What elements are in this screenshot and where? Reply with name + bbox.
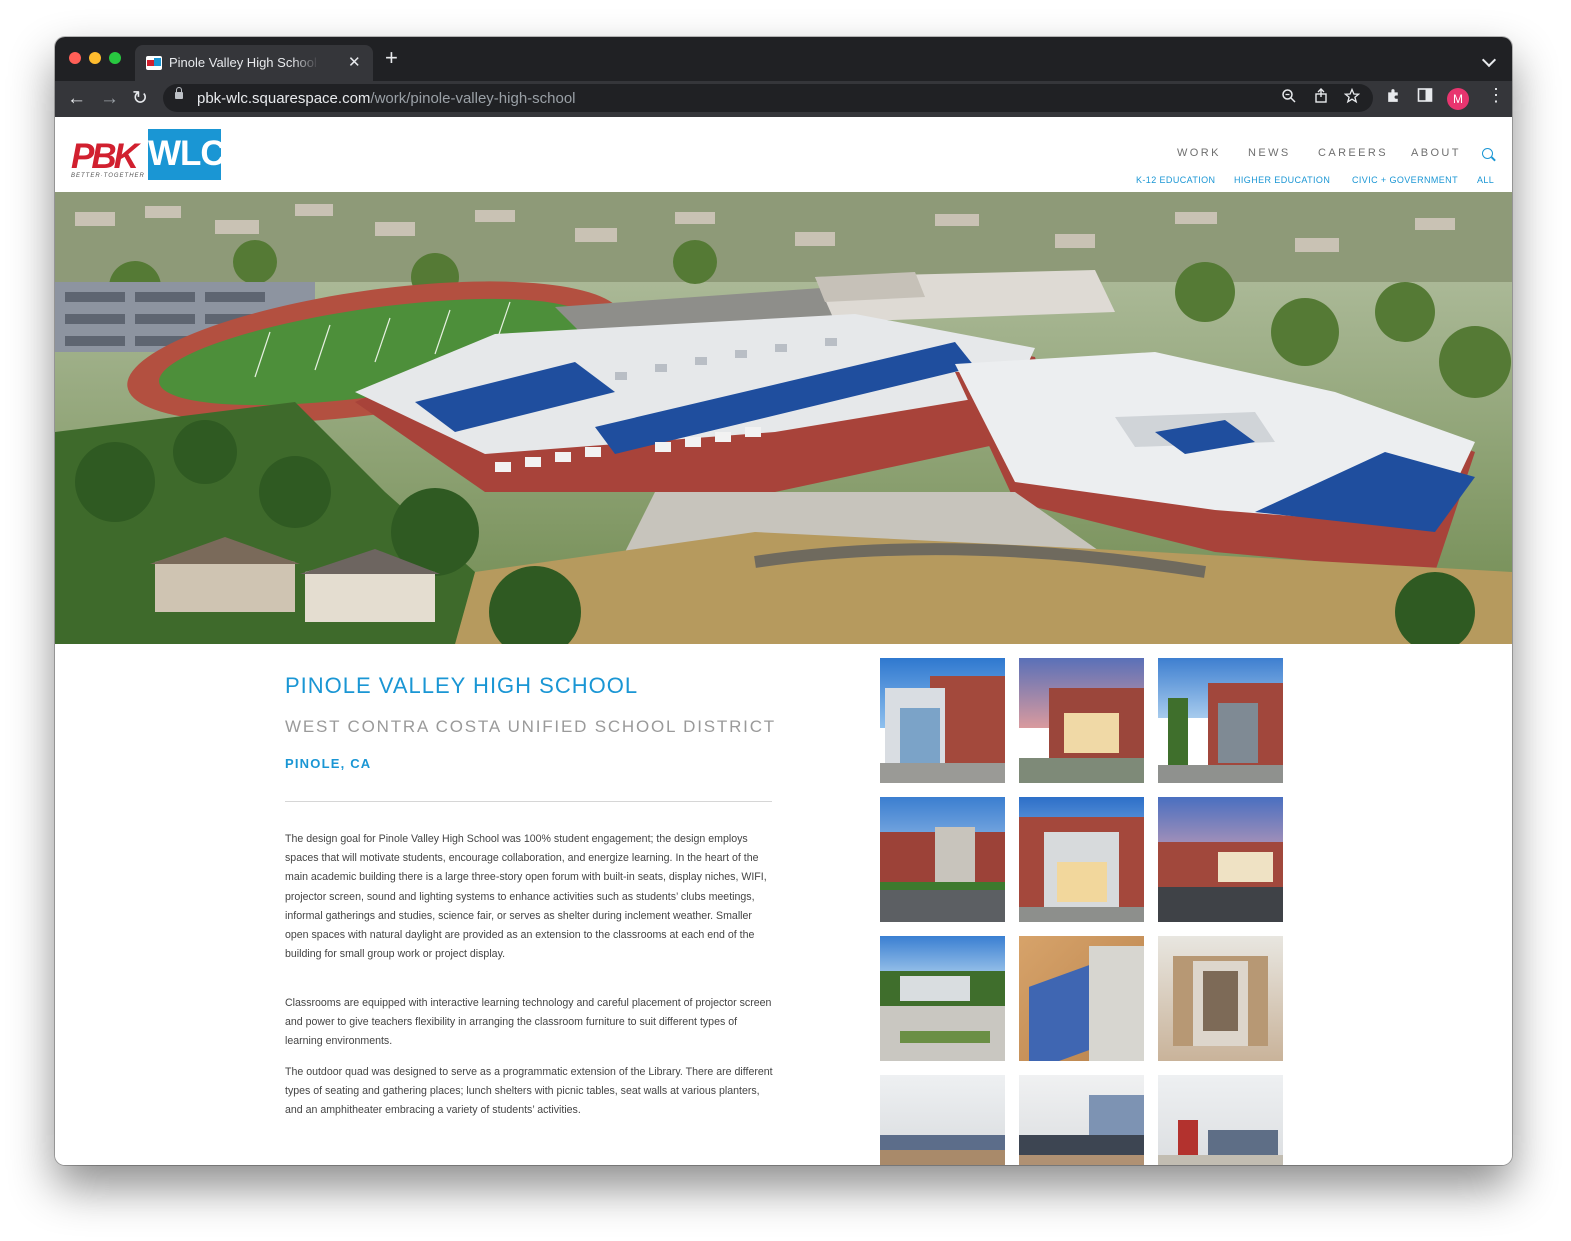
gallery-thumb-12[interactable]: [1158, 1075, 1283, 1165]
nav-news[interactable]: NEWS: [1248, 147, 1291, 159]
gallery-thumb-7[interactable]: [880, 936, 1005, 1061]
zoom-window-button[interactable]: [109, 52, 121, 64]
browser-tab-active[interactable]: Pinole Valley High School | PBK ✕: [135, 45, 373, 81]
gallery-thumb-5[interactable]: [1019, 797, 1144, 922]
logo-pbk-text: PBK: [71, 137, 139, 176]
reload-icon[interactable]: ↻: [132, 85, 148, 113]
url-host: pbk-wlc.squarespace.com: [197, 90, 371, 107]
extensions-puzzle-icon[interactable]: [1385, 87, 1402, 109]
logo-tagline: BETTER·TOGETHER: [71, 173, 145, 179]
description-paragraph-2: Classrooms are equipped with interactive…: [285, 997, 772, 1048]
gallery-thumb-10[interactable]: [880, 1075, 1005, 1165]
gallery-thumb-9[interactable]: [1158, 936, 1283, 1061]
project-location: PINOLE, CA: [285, 756, 372, 771]
side-panel-icon[interactable]: [1417, 87, 1433, 108]
gallery-thumb-2[interactable]: [1019, 658, 1144, 783]
subnav-all[interactable]: ALL: [1477, 175, 1494, 185]
gallery-thumb-11[interactable]: [1019, 1075, 1144, 1165]
favicon-icon: [146, 56, 162, 70]
nav-careers[interactable]: CAREERS: [1318, 147, 1388, 159]
gallery-thumb-4[interactable]: [880, 797, 1005, 922]
search-icon[interactable]: [1482, 148, 1493, 159]
lock-icon[interactable]: [175, 87, 183, 99]
logo-blue-box: WLC: [148, 129, 226, 180]
nav-work[interactable]: WORK: [1177, 147, 1221, 159]
profile-avatar[interactable]: M: [1447, 88, 1469, 110]
back-arrow-icon[interactable]: ←: [67, 85, 86, 113]
subnav-higher-education[interactable]: HIGHER EDUCATION: [1234, 175, 1330, 185]
gallery-thumb-6[interactable]: [1158, 797, 1283, 922]
tab-close-icon[interactable]: ✕: [348, 53, 361, 71]
tab-search-chevron-icon[interactable]: [1481, 52, 1497, 68]
zoom-icon[interactable]: [1281, 88, 1297, 108]
project-client: WEST CONTRA COSTA UNIFIED SCHOOL DISTRIC…: [285, 717, 776, 736]
address-bar[interactable]: pbk-wlc.squarespace.com/work/pinole-vall…: [163, 84, 1373, 112]
aerial-campus-illustration: [55, 192, 1512, 644]
subnav-k12-education[interactable]: K-12 EDUCATION: [1136, 175, 1215, 185]
browser-toolbar: ← → ↻ pbk-wlc.squarespace.com/work/pinol…: [55, 81, 1512, 117]
share-icon[interactable]: [1313, 88, 1329, 108]
site-logo[interactable]: PBK WLC BETTER·TOGETHER: [69, 129, 226, 181]
tab-bar: Pinole Valley High School | PBK ✕ +: [55, 37, 1512, 81]
close-window-button[interactable]: [69, 52, 81, 64]
tab-title: Pinole Valley High School | PBK: [169, 55, 319, 70]
logo-wlc-text: WLC: [148, 134, 226, 173]
gallery-thumb-1[interactable]: [880, 658, 1005, 783]
gallery-thumb-8[interactable]: [1019, 936, 1144, 1061]
nav-about[interactable]: ABOUT: [1411, 147, 1461, 159]
description-paragraph-1: The design goal for Pinole Valley High S…: [285, 833, 767, 961]
url-path: /work/pinole-valley-high-school: [370, 90, 576, 107]
new-tab-button[interactable]: +: [385, 47, 398, 69]
forward-arrow-icon[interactable]: →: [100, 85, 119, 113]
gallery-thumb-3[interactable]: [1158, 658, 1283, 783]
minimize-window-button[interactable]: [89, 52, 101, 64]
url-text[interactable]: pbk-wlc.squarespace.com/work/pinole-vall…: [197, 90, 576, 107]
description-paragraph-3: The outdoor quad was designed to serve a…: [285, 1066, 773, 1117]
project-title: PINOLE VALLEY HIGH SCHOOL: [285, 673, 639, 698]
subnav-civic-government[interactable]: CIVIC + GOVERNMENT: [1352, 175, 1458, 185]
section-divider: [285, 801, 772, 802]
browser-window: Pinole Valley High School | PBK ✕ + ← → …: [55, 37, 1512, 1165]
bookmark-star-icon[interactable]: [1343, 87, 1361, 108]
page-viewport: PBK WLC BETTER·TOGETHER WORK NEWS CAREER…: [55, 117, 1512, 1165]
hero-image: [55, 192, 1512, 644]
browser-menu-icon[interactable]: ⋮: [1487, 85, 1505, 106]
